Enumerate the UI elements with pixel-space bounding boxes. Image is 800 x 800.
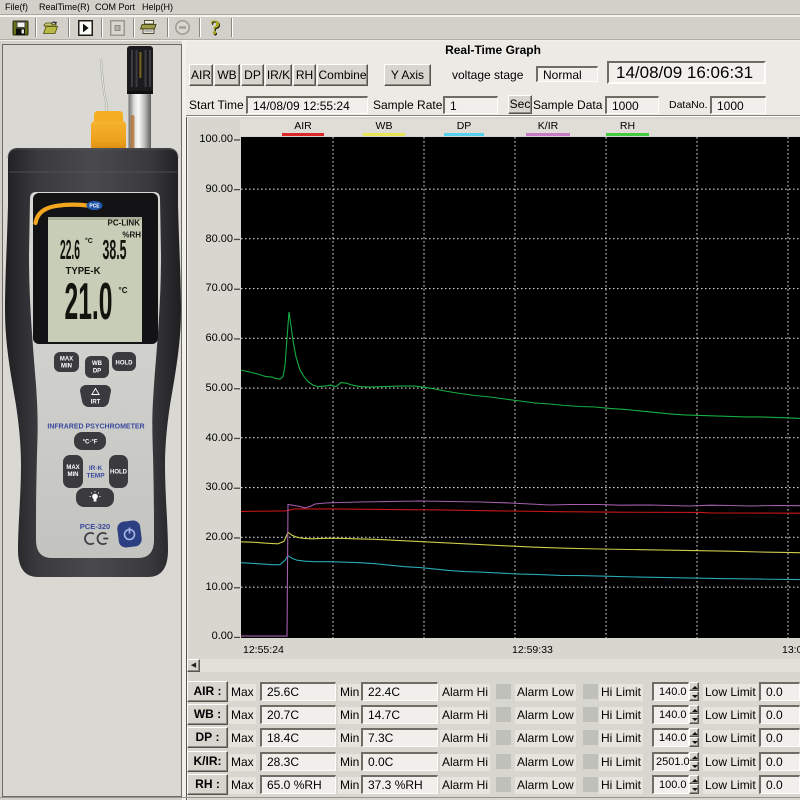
svg-text:°C: °C xyxy=(85,237,93,245)
svg-text:MIN: MIN xyxy=(61,364,72,370)
svg-text:HOLD: HOLD xyxy=(110,470,128,476)
svg-text:°C·°F: °C·°F xyxy=(83,440,98,446)
svg-text:22.6: 22.6 xyxy=(60,234,80,265)
svg-text:MIN: MIN xyxy=(68,472,79,478)
svg-text:MAX: MAX xyxy=(66,465,79,471)
svg-text:PCE: PCE xyxy=(89,204,100,210)
svg-text:TEMP: TEMP xyxy=(86,473,105,480)
svg-text:DP: DP xyxy=(93,369,101,375)
svg-text:IR·K: IR·K xyxy=(89,465,103,472)
svg-text:PC-LINK: PC-LINK xyxy=(108,219,141,228)
svg-text:INFRARED PSYCHROMETER: INFRARED PSYCHROMETER xyxy=(47,424,144,431)
svg-text:°C: °C xyxy=(119,286,128,295)
svg-text:?: ? xyxy=(210,16,221,40)
svg-text:21.0: 21.0 xyxy=(65,273,113,331)
svg-text:IRT: IRT xyxy=(91,400,101,406)
svg-text:MAX: MAX xyxy=(60,357,73,363)
svg-text:38.5: 38.5 xyxy=(103,234,127,265)
svg-text:WB: WB xyxy=(92,361,103,367)
svg-text:HOLD: HOLD xyxy=(116,361,134,367)
svg-text:PCE-320: PCE-320 xyxy=(80,522,110,531)
